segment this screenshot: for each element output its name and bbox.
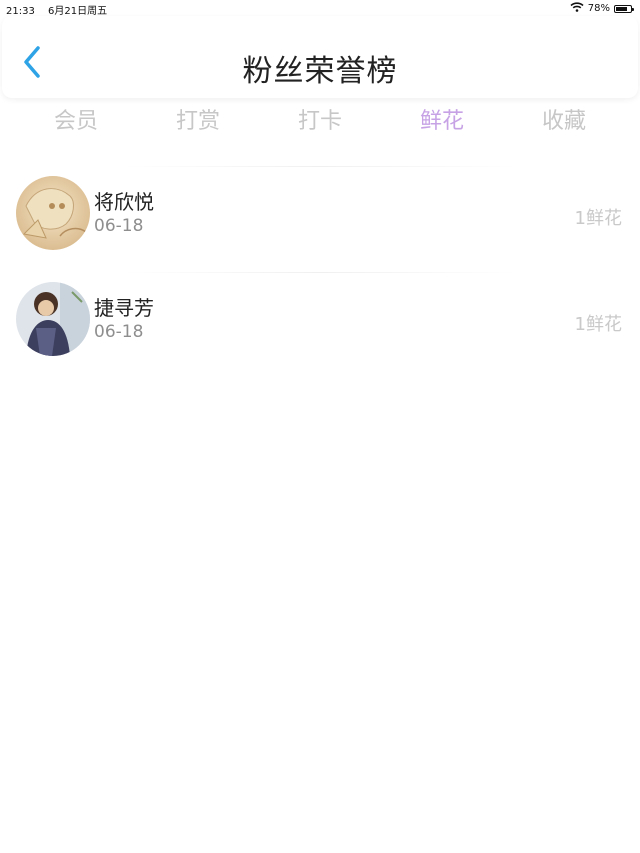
flower-count: 1鲜花 <box>574 314 622 335</box>
status-bar: 21:33 6月21日周五 78% <box>0 0 640 17</box>
avatar[interactable] <box>16 282 90 356</box>
list-item[interactable]: 将欣悦 06-18 1鲜花 <box>0 166 640 256</box>
header-card: 粉丝荣誉榜 <box>2 16 638 98</box>
divider <box>120 272 520 273</box>
status-time-date: 21:33 6月21日周五 <box>6 2 117 17</box>
user-name: 将欣悦 <box>94 190 154 214</box>
tab-member[interactable]: 会员 <box>15 104 137 144</box>
tab-tip[interactable]: 打赏 <box>137 104 259 144</box>
battery-icon <box>614 4 634 13</box>
user-date: 06-18 <box>94 216 144 236</box>
tab-flowers[interactable]: 鲜花 <box>381 104 503 144</box>
status-right: 78% <box>570 2 634 15</box>
avatar[interactable] <box>16 176 90 250</box>
wifi-icon <box>570 2 584 15</box>
tab-favorites[interactable]: 收藏 <box>503 104 625 144</box>
flower-count: 1鲜花 <box>574 208 622 229</box>
page-title: 粉丝荣誉榜 <box>242 54 398 89</box>
tab-checkin[interactable]: 打卡 <box>259 104 381 144</box>
tab-bar: 会员 打赏 打卡 鲜花 收藏 <box>15 104 625 144</box>
divider <box>120 166 520 167</box>
user-date: 06-18 <box>94 322 144 342</box>
user-name: 捷寻芳 <box>94 296 154 320</box>
list-item[interactable]: 捷寻芳 06-18 1鲜花 <box>0 272 640 362</box>
battery-percent: 78% <box>587 3 610 14</box>
